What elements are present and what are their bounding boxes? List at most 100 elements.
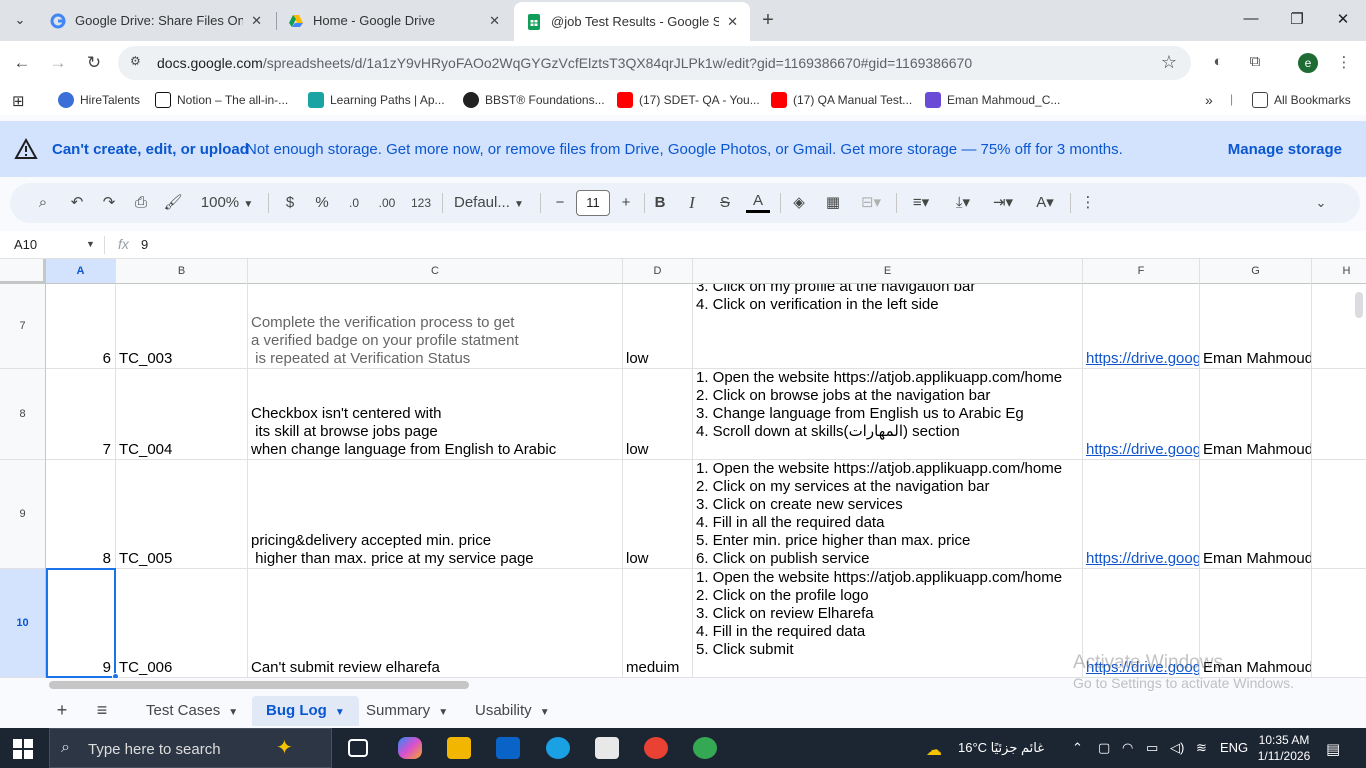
outlook-icon[interactable] [496, 737, 520, 759]
increase-decimal-button[interactable]: .00 [374, 191, 400, 215]
taskbar-search-input[interactable]: ⌕ Type here to search ✦ [49, 728, 332, 768]
formula-input[interactable]: 9 [141, 237, 148, 252]
decrease-font-size-icon[interactable]: − [550, 191, 570, 215]
sheet-tab-summary[interactable]: Summary ▼ [352, 696, 462, 726]
vertical-scrollbar[interactable] [1355, 292, 1363, 318]
url-input[interactable]: ⚙ docs.google.com/spreadsheets/d/1a1zY9v… [118, 46, 1191, 80]
column-header-g[interactable]: G [1200, 259, 1312, 284]
notifications-icon[interactable]: ▤ [1326, 740, 1340, 758]
battery-icon[interactable]: ▭ [1146, 740, 1158, 756]
sheet-tab-bug-log[interactable]: Bug Log ▼ [252, 696, 359, 726]
minimize-icon[interactable]: — [1241, 10, 1261, 27]
close-tab-icon[interactable]: ✕ [727, 14, 738, 30]
column-header-f[interactable]: F [1083, 259, 1200, 284]
horizontal-scrollbar[interactable] [49, 681, 469, 689]
print-icon[interactable]: ⎙ [130, 191, 152, 215]
chevron-down-icon[interactable]: ▼ [438, 707, 448, 718]
select-all-corner[interactable] [0, 259, 46, 284]
table-cell[interactable]: TC_005 [116, 460, 248, 569]
windows-start-icon[interactable] [13, 739, 33, 759]
extension-icon[interactable]: ◐ [1208, 53, 1228, 73]
close-tab-icon[interactable]: ✕ [251, 13, 262, 29]
task-view-icon[interactable] [348, 739, 368, 757]
more-bookmarks-chevron-icon[interactable]: » [1205, 92, 1213, 108]
table-cell[interactable]: pricing&delivery accepted min. price hig… [248, 460, 623, 569]
chevron-down-icon[interactable]: ▼ [228, 707, 238, 718]
forward-arrow-icon[interactable]: → [46, 51, 70, 75]
column-header-h[interactable]: H [1312, 259, 1366, 284]
table-cell[interactable]: TC_003 [116, 284, 248, 369]
table-cell[interactable]: low [623, 460, 693, 569]
table-cell[interactable] [1312, 460, 1366, 569]
extensions-puzzle-icon[interactable]: ⧉ [1245, 53, 1265, 73]
table-cell[interactable] [1312, 369, 1366, 460]
profile-avatar[interactable]: e [1298, 53, 1318, 73]
column-header-a[interactable]: A [46, 259, 116, 284]
table-cell[interactable]: 6 [46, 284, 116, 369]
store-icon[interactable] [595, 737, 619, 759]
chevron-down-icon[interactable]: ▼ [335, 707, 345, 718]
text-rotation-icon[interactable]: A▾ [1028, 191, 1062, 215]
table-cell[interactable]: Eman Mahmoud [1200, 284, 1312, 369]
currency-format-button[interactable]: $ [280, 191, 300, 215]
redo-icon[interactable]: ↷ [98, 191, 120, 215]
chrome-profile-icon[interactable] [693, 737, 717, 759]
table-cell[interactable]: low [623, 369, 693, 460]
weather-icon[interactable]: ☁ [926, 740, 942, 760]
more-options-icon[interactable]: ⋮ [1078, 191, 1098, 215]
fill-color-icon[interactable]: ◈ [788, 191, 810, 215]
edge-icon[interactable] [546, 737, 570, 759]
name-box[interactable]: A10 [14, 237, 37, 252]
browser-tab-drive-share[interactable]: Google Drive: Share Files Online ✕ [38, 0, 274, 41]
table-cell[interactable]: Eman Mahmoud [1200, 369, 1312, 460]
cell-link[interactable]: https://drive.goog [1086, 441, 1199, 459]
table-cell[interactable]: Checkbox isn't centered with its skill a… [248, 369, 623, 460]
table-cell[interactable]: meduim [623, 569, 693, 678]
table-cell[interactable]: TC_006 [116, 569, 248, 678]
paint-format-icon[interactable]: 🖌 [162, 191, 184, 215]
collapse-menus-chevron-icon[interactable]: ⌄ [1310, 191, 1332, 215]
text-wrapping-icon[interactable]: ⇥▾ [986, 191, 1020, 215]
percent-format-button[interactable]: % [312, 191, 332, 215]
undo-icon[interactable]: ↶ [66, 191, 88, 215]
volume-icon[interactable]: ◁) [1170, 740, 1184, 756]
bookmark-item[interactable]: Notion – The all-in-... [155, 92, 288, 108]
table-cell[interactable]: TC_004 [116, 369, 248, 460]
table-cell[interactable]: 3. Click on my profile at the navigation… [693, 284, 1083, 369]
taskbar-clock[interactable]: 10:35 AM 1/11/2026 [1254, 732, 1314, 764]
sheet-tab-usability[interactable]: Usability ▼ [461, 696, 564, 726]
add-sheet-plus-icon[interactable]: + [52, 700, 72, 721]
bookmark-item[interactable]: (17) SDET- QA - You... [617, 92, 760, 108]
decrease-decimal-button[interactable]: .0 [342, 191, 366, 215]
site-info-icon[interactable]: ⚙ [130, 54, 148, 72]
language-indicator[interactable]: ENG [1220, 740, 1248, 755]
row-header[interactable]: 8 [0, 369, 46, 460]
browser-menu-icon[interactable]: ⋮ [1334, 53, 1354, 73]
browser-tab-drive-home[interactable]: Home - Google Drive ✕ [276, 0, 512, 41]
table-cell[interactable]: 9 [46, 569, 116, 678]
table-cell[interactable]: 1. Open the website https://atjob.applik… [693, 369, 1083, 460]
weather-text[interactable]: 16°C غائم جزئيًا [958, 740, 1044, 756]
table-cell-link[interactable]: https://drive.goog [1083, 369, 1200, 460]
all-sheets-list-icon[interactable]: ≡ [92, 700, 112, 721]
borders-icon[interactable]: ▦ [822, 191, 844, 215]
column-header-e[interactable]: E [693, 259, 1083, 284]
back-arrow-icon[interactable]: ← [10, 51, 34, 75]
close-tab-icon[interactable]: ✕ [489, 13, 500, 29]
strikethrough-icon[interactable]: S [714, 191, 736, 215]
fill-handle[interactable] [112, 673, 119, 678]
bookmark-item[interactable]: Eman Mahmoud_C... [925, 92, 1060, 108]
bookmark-star-icon[interactable]: ☆ [1161, 52, 1177, 73]
all-bookmarks-button[interactable]: All Bookmarks [1252, 92, 1351, 108]
search-menus-icon[interactable]: ⌕ [32, 191, 54, 215]
column-header-b[interactable]: B [116, 259, 248, 284]
row-header[interactable]: 7 [0, 284, 46, 369]
font-family-select[interactable]: Defaul... ▼ [454, 191, 532, 215]
vertical-align-icon[interactable]: ⤓▾ [946, 191, 980, 215]
table-cell-link[interactable]: https://drive.goog [1083, 460, 1200, 569]
table-cell[interactable]: 7 [46, 369, 116, 460]
copilot-icon[interactable] [398, 737, 422, 759]
table-cell-link[interactable]: https://drive.goog [1083, 284, 1200, 369]
table-cell[interactable]: Complete the verification process to get… [248, 284, 623, 369]
increase-font-size-icon[interactable]: + [616, 191, 636, 215]
